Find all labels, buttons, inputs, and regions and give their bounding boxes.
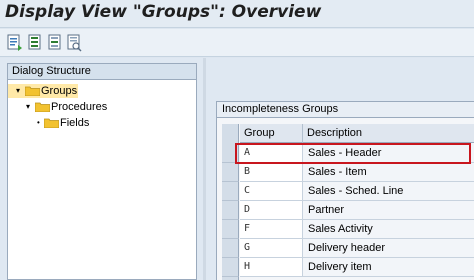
row-selector[interactable] xyxy=(222,220,239,239)
folder-icon xyxy=(43,118,60,129)
deselect-all-icon[interactable] xyxy=(66,33,83,52)
column-header-description[interactable]: Description xyxy=(303,124,474,143)
details-icon[interactable] xyxy=(6,33,23,52)
tree-toggle-icon[interactable]: ▾ xyxy=(26,101,30,113)
table-cell-group[interactable]: G xyxy=(240,239,303,258)
table-cell-description[interactable]: Delivery item xyxy=(303,258,474,277)
tree-label-groups: Groups xyxy=(41,85,78,97)
table-title: Incompleteness Groups xyxy=(217,102,474,118)
folder-icon xyxy=(24,86,41,97)
tree-label-procedures: Procedures xyxy=(51,101,108,113)
row-selector[interactable] xyxy=(222,144,239,163)
content-area: Dialog Structure ▾ Groups ▾ Procedures •… xyxy=(0,58,474,280)
row-selector[interactable] xyxy=(222,201,239,220)
application-toolbar xyxy=(0,29,474,57)
tree-toggle-icon[interactable]: ▾ xyxy=(16,85,20,97)
incompleteness-groups-table: Incompleteness Groups Group Description … xyxy=(216,101,474,280)
table-cell-description[interactable]: Sales - Item xyxy=(303,163,474,182)
table-cell-description[interactable]: Sales Activity xyxy=(303,220,474,239)
table-cell-description[interactable]: Delivery header xyxy=(303,239,474,258)
title-bar: Display View "Groups": Overview xyxy=(0,0,474,28)
row-selector[interactable] xyxy=(222,258,239,277)
table-cell-description[interactable]: Partner xyxy=(303,201,474,220)
dialog-structure-panel: Dialog Structure ▾ Groups ▾ Procedures •… xyxy=(7,63,197,280)
select-block-icon[interactable] xyxy=(47,33,64,52)
table-cell-group[interactable]: D xyxy=(240,201,303,220)
table-cell-description[interactable]: Sales - Sched. Line xyxy=(303,182,474,201)
tree-node-procedures[interactable]: ▾ Procedures xyxy=(8,100,118,114)
panel-splitter[interactable] xyxy=(203,58,206,280)
table-cell-group[interactable]: C xyxy=(240,182,303,201)
table-cell-group[interactable]: F xyxy=(240,220,303,239)
tree-node-fields[interactable]: • Fields xyxy=(8,116,118,130)
row-selector[interactable] xyxy=(222,239,239,258)
select-all-icon[interactable] xyxy=(27,33,44,52)
page-title: Display View "Groups": Overview xyxy=(5,2,322,22)
table-cell-group[interactable]: H xyxy=(240,258,303,277)
dialog-structure-header: Dialog Structure xyxy=(8,64,196,80)
row-selector[interactable] xyxy=(222,182,239,201)
tree-node-groups[interactable]: ▾ Groups xyxy=(8,84,78,98)
tree-leaf-bullet: • xyxy=(37,118,40,127)
row-selector[interactable] xyxy=(222,163,239,182)
table-cell-group[interactable]: B xyxy=(240,163,303,182)
tree-label-fields: Fields xyxy=(60,117,90,129)
table-cell-group[interactable]: A xyxy=(240,144,303,163)
table-cell-description[interactable]: Sales - Header xyxy=(303,144,474,163)
folder-icon xyxy=(34,102,51,113)
column-header-group[interactable]: Group xyxy=(240,124,303,143)
